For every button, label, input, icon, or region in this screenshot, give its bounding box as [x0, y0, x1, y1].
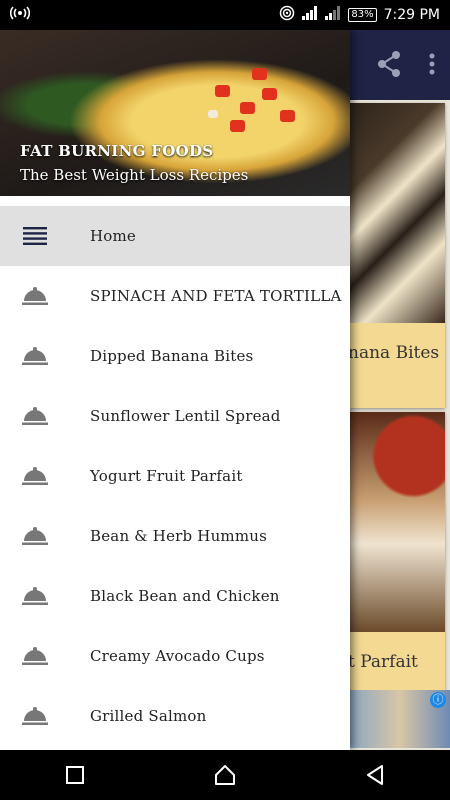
drawer-menu: Home SPINACH AND FETA TORTILLA Dipped Ba… [0, 206, 350, 746]
recents-icon[interactable] [45, 750, 105, 800]
cloche-icon [0, 406, 90, 426]
status-bar: 83% 7:29 PM [0, 0, 450, 30]
drawer-item-label: Dipped Banana Bites [90, 347, 254, 365]
drawer-item-recipe[interactable]: Bean & Herb Hummus [0, 506, 350, 566]
recipe-image [340, 412, 445, 632]
drawer-item-label: Bean & Herb Hummus [90, 527, 268, 545]
cloche-icon [0, 526, 90, 546]
navigation-drawer: FAT BURNING FOODS The Best Weight Loss R… [0, 30, 350, 750]
system-nav-bar [0, 750, 450, 800]
drawer-item-recipe[interactable]: Black Bean and Chicken [0, 566, 350, 626]
recipe-card[interactable]: t Parfait [340, 412, 445, 692]
drawer-item-label: SPINACH AND FETA TORTILLA [90, 287, 342, 305]
hotspot-icon [279, 5, 295, 25]
cloche-icon [0, 586, 90, 606]
share-icon[interactable] [376, 50, 402, 82]
cloche-icon [0, 646, 90, 666]
cloche-icon [0, 286, 90, 306]
battery-icon: 83% [348, 8, 377, 22]
clock: 7:29 PM [383, 7, 440, 23]
ad-banner[interactable]: ⓘ [350, 690, 450, 748]
drawer-item-recipe[interactable]: Sunflower Lentil Spread [0, 386, 350, 446]
drawer-item-label: Home [90, 227, 137, 245]
drawer-item-recipe[interactable]: Creamy Avocado Cups [0, 626, 350, 686]
cloche-icon [0, 706, 90, 726]
drawer-item-home[interactable]: Home [0, 206, 350, 266]
drawer-item-label: Creamy Avocado Cups [90, 647, 265, 665]
drawer-subtitle: The Best Weight Loss Recipes [20, 166, 249, 184]
drawer-item-label: Yogurt Fruit Parfait [90, 467, 243, 485]
recipe-title: t Parfait [348, 652, 418, 672]
battery-level: 83% [351, 9, 374, 20]
drawer-header: FAT BURNING FOODS The Best Weight Loss R… [0, 30, 350, 196]
back-icon[interactable] [345, 750, 405, 800]
cloche-icon [0, 346, 90, 366]
drawer-item-recipe[interactable]: SPINACH AND FETA TORTILLA [0, 266, 350, 326]
recipe-image [340, 103, 445, 323]
ad-info-icon[interactable]: ⓘ [430, 692, 446, 708]
signal-icon [325, 6, 341, 24]
cast-icon [9, 6, 31, 24]
cloche-icon [0, 466, 90, 486]
recipe-title: nana Bites [348, 343, 440, 363]
drawer-title: FAT BURNING FOODS [20, 142, 214, 160]
drawer-item-recipe[interactable]: Yogurt Fruit Parfait [0, 446, 350, 506]
drawer-item-label: Grilled Salmon [90, 707, 207, 725]
drawer-item-recipe[interactable]: Grilled Salmon [0, 686, 350, 746]
signal-icon [302, 6, 318, 24]
menu-list-icon [0, 227, 90, 245]
drawer-item-label: Black Bean and Chicken [90, 587, 280, 605]
more-vert-icon[interactable] [428, 50, 436, 82]
drawer-item-label: Sunflower Lentil Spread [90, 407, 281, 425]
drawer-item-recipe[interactable]: Dipped Banana Bites [0, 326, 350, 386]
home-icon[interactable] [195, 750, 255, 800]
recipe-card[interactable]: nana Bites [340, 103, 445, 408]
